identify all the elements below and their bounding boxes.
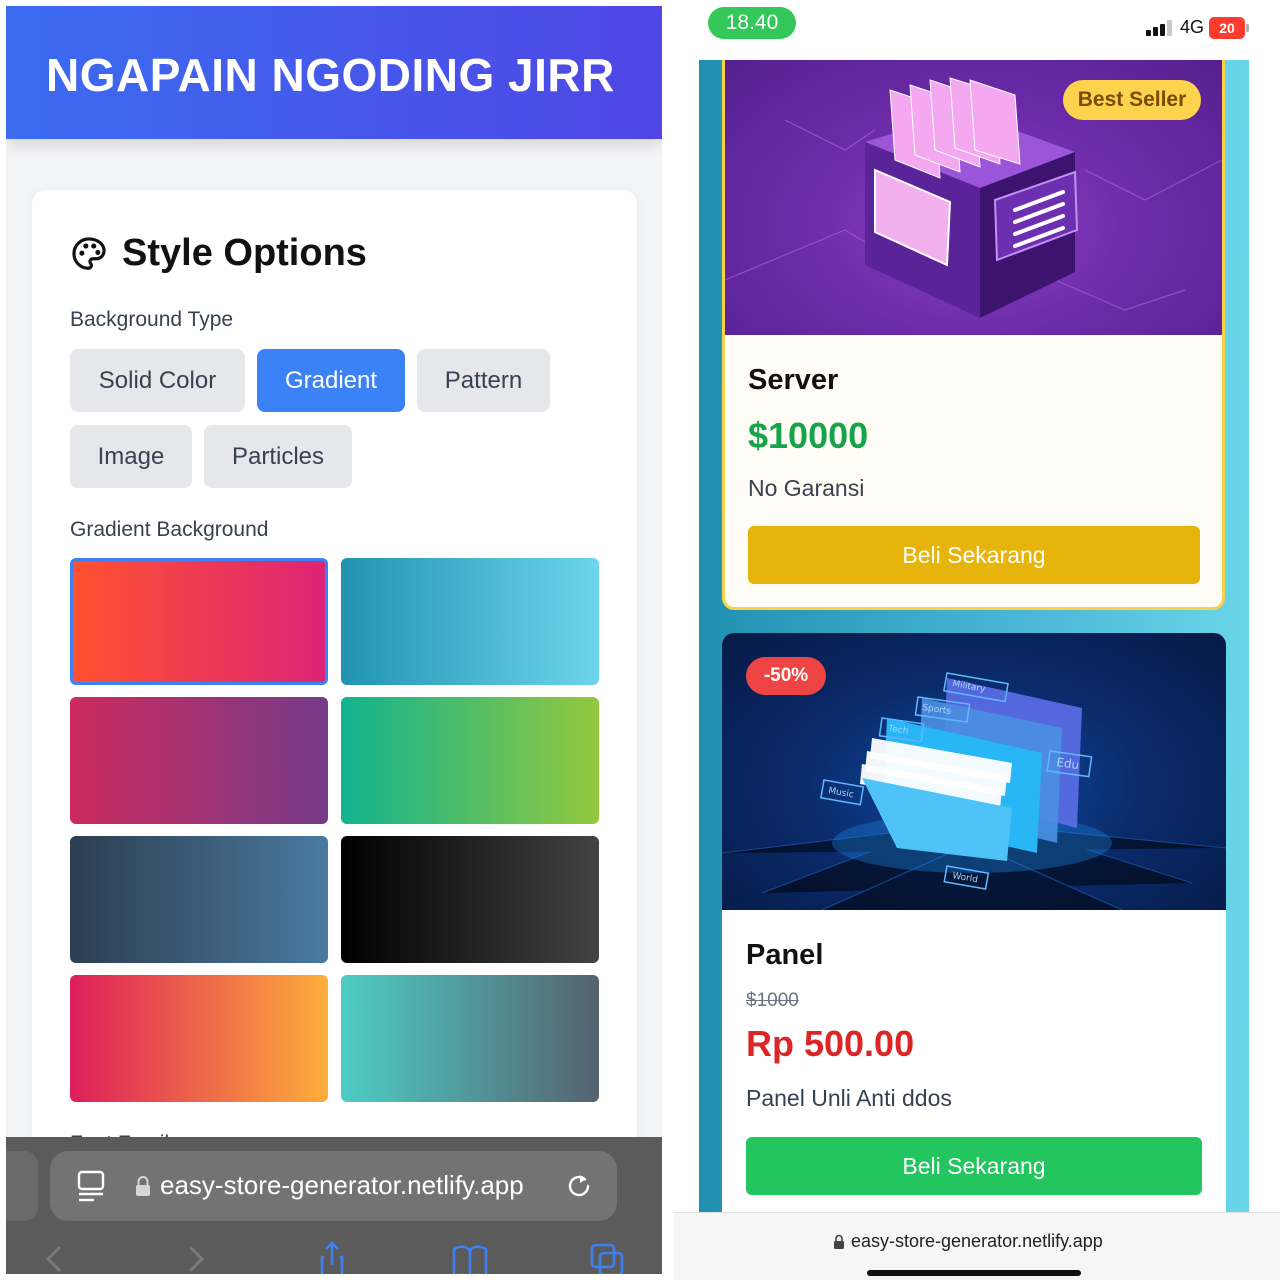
store-preview-screen: 18.40 4G 20 Best Seller Server $10000 No… <box>674 0 1280 1280</box>
browser-address-strip[interactable]: easy-store-generator.netlify.app <box>674 1212 1280 1280</box>
product-card-server: Best Seller Server $10000 No Garansi Bel… <box>722 60 1225 610</box>
battery-tip <box>1246 24 1249 32</box>
buy-now-button-server[interactable]: Beli Sekarang <box>748 526 1200 584</box>
section-title-row: Style Options <box>70 232 367 275</box>
gradient-swatch[interactable] <box>341 975 599 1102</box>
product-price-server: $10000 <box>748 415 869 456</box>
bookmarks-icon[interactable] <box>450 1241 490 1274</box>
palette-icon <box>72 236 106 270</box>
store-background: Best Seller Server $10000 No Garansi Bel… <box>699 60 1249 1233</box>
forward-icon[interactable] <box>174 1241 214 1274</box>
reload-icon[interactable] <box>564 1171 594 1201</box>
status-time: 18.40 <box>708 7 796 39</box>
product-name-panel: Panel <box>746 939 824 971</box>
product-price-panel: Rp 500.00 <box>746 1023 915 1064</box>
lock-icon <box>834 1234 844 1249</box>
product-name-server: Server <box>748 364 839 396</box>
previous-tab-peek[interactable] <box>6 1151 38 1221</box>
buy-now-button-panel[interactable]: Beli Sekarang <box>746 1137 1202 1195</box>
status-bar: 18.40 4G 20 <box>674 0 1280 60</box>
bg-type-solid-color-button[interactable]: Solid Color <box>70 349 245 412</box>
reader-icon[interactable] <box>76 1170 106 1202</box>
product-description-panel: Panel Unli Anti ddos <box>746 1085 952 1111</box>
battery-icon: 20 <box>1209 17 1249 39</box>
lock-icon <box>136 1176 150 1196</box>
address-url[interactable]: easy-store-generator.netlify.app <box>160 1170 524 1201</box>
tabs-icon[interactable] <box>588 1241 628 1274</box>
bg-type-gradient-button[interactable]: Gradient <box>257 349 405 412</box>
gradient-background-label: Gradient Background <box>70 518 269 541</box>
network-type: 4G <box>1180 17 1205 37</box>
folder-label-music: Music <box>827 786 854 800</box>
gradient-swatch[interactable] <box>70 836 328 963</box>
home-indicator[interactable] <box>867 1270 1081 1276</box>
server-product-image: Best Seller <box>725 60 1222 335</box>
product-old-price-panel: $1000 <box>746 990 799 1011</box>
bg-type-image-button[interactable]: Image <box>70 425 192 488</box>
address-bar[interactable]: easy-store-generator.netlify.app <box>50 1151 617 1221</box>
gradient-swatch[interactable] <box>70 697 328 824</box>
app-header: NGAPAIN NGODING JIRR <box>6 6 662 139</box>
panel-product-image: Military Sports Tech Edu Music World -50… <box>722 633 1226 911</box>
gradient-swatch[interactable] <box>341 836 599 963</box>
background-type-label: Background Type <box>70 308 234 331</box>
browser-toolbar: easy-store-generator.netlify.app <box>6 1137 662 1274</box>
discount-badge: -50% <box>746 657 826 695</box>
gradient-swatch[interactable] <box>341 697 599 824</box>
best-seller-badge: Best Seller <box>1063 80 1201 120</box>
composite-screenshot: NGAPAIN NGODING JIRR Style Options Backg… <box>0 0 1280 1280</box>
signal-icon <box>1146 20 1172 36</box>
bg-type-particles-button[interactable]: Particles <box>204 425 352 488</box>
battery-level: 20 <box>1209 17 1245 39</box>
share-icon[interactable] <box>312 1241 352 1274</box>
product-description-server: No Garansi <box>748 475 865 501</box>
product-card-panel: Military Sports Tech Edu Music World -50… <box>722 633 1226 1233</box>
address-url[interactable]: easy-store-generator.netlify.app <box>851 1231 1103 1252</box>
gradient-swatch[interactable] <box>70 558 328 685</box>
section-title: Style Options <box>122 232 367 274</box>
header-title: NGAPAIN NGODING JIRR <box>46 49 615 101</box>
bg-type-pattern-button[interactable]: Pattern <box>417 349 550 412</box>
back-icon[interactable] <box>36 1241 76 1274</box>
style-options-card: Style Options Background Type Solid Colo… <box>32 190 637 1190</box>
gradient-swatch[interactable] <box>70 975 328 1102</box>
style-editor-screen: NGAPAIN NGODING JIRR Style Options Backg… <box>6 6 662 1274</box>
gradient-swatch[interactable] <box>341 558 599 685</box>
